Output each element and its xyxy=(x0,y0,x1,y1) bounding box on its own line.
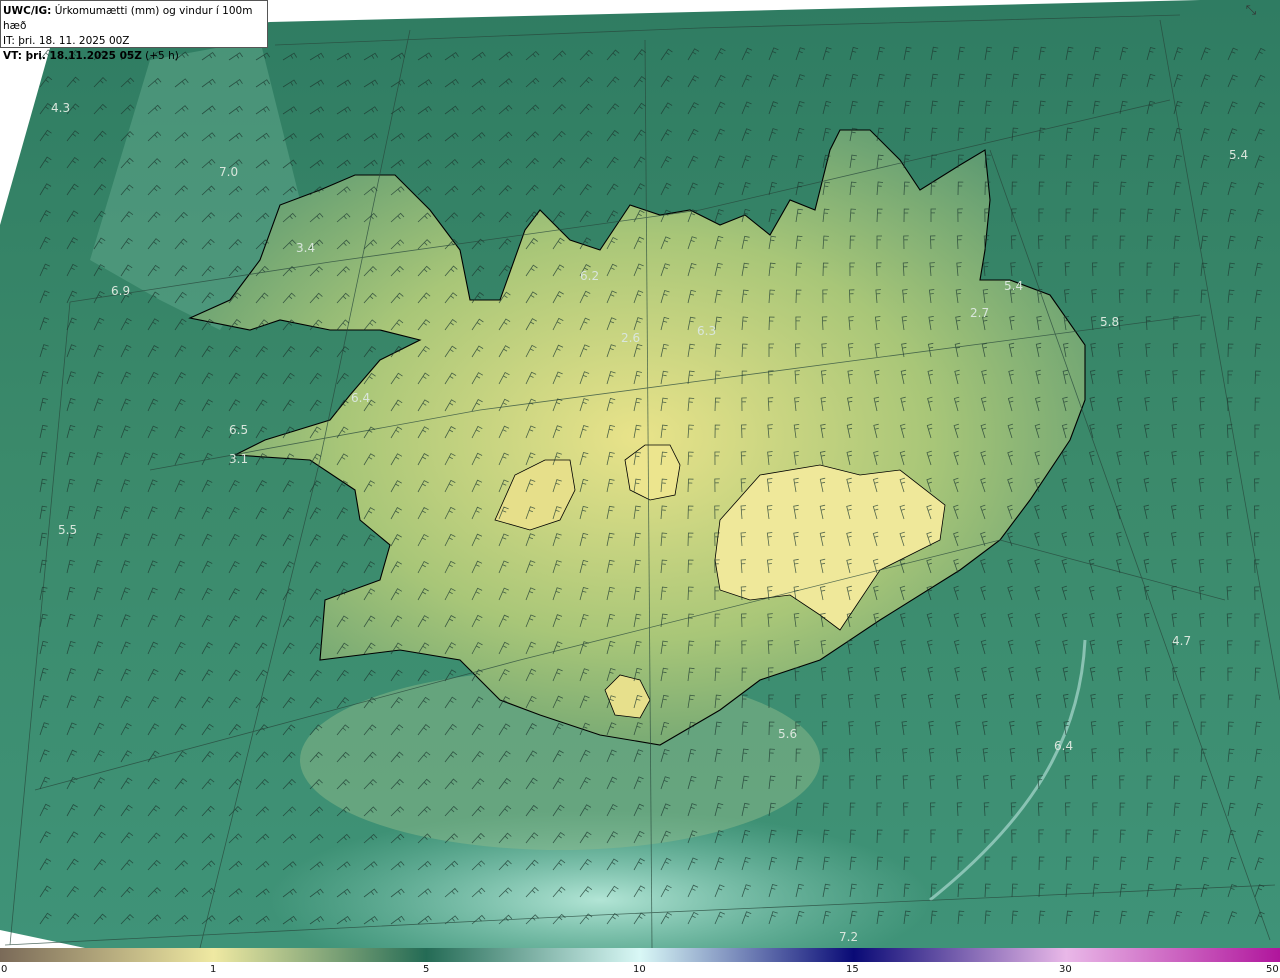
collapse-icon[interactable]: ⤡ xyxy=(1244,4,1258,18)
value-label: 5.8 xyxy=(1100,315,1119,329)
colorbar-ticks: 0 1 5 10 15 30 50 xyxy=(0,962,1280,978)
init-time-prefix: IT: xyxy=(3,35,15,47)
title-box: UWC/IG: Úrkomumætti (mm) og vindur í 100… xyxy=(0,0,268,62)
tick-label: 30 xyxy=(1059,964,1072,975)
value-label: 6.4 xyxy=(351,391,370,405)
title-line: UWC/IG: Úrkomumætti (mm) og vindur í 100… xyxy=(3,4,267,34)
tick-label: 50 xyxy=(1266,964,1279,975)
valid-time-offset: (+5 h) xyxy=(141,50,179,62)
tick-label: 10 xyxy=(633,964,646,975)
value-label: 5.6 xyxy=(778,727,797,741)
value-label: 6.3 xyxy=(697,324,716,338)
valid-time-value: þri. 18.11.2025 05Z xyxy=(21,50,142,62)
value-label: 7.0 xyxy=(219,165,238,179)
init-time-line: IT: þri. 18. 11. 2025 00Z xyxy=(3,34,267,49)
value-label: 2.6 xyxy=(621,331,640,345)
model-code: UWC/IG: xyxy=(3,5,52,17)
tick-label: 5 xyxy=(423,964,430,975)
valid-time-prefix: VT: xyxy=(3,50,22,62)
value-label: 5.4 xyxy=(1004,279,1023,293)
value-label: 5.4 xyxy=(1229,148,1248,162)
tick-label: 15 xyxy=(846,964,859,975)
value-label: 3.4 xyxy=(296,241,315,255)
init-time-value: þri. 18. 11. 2025 00Z xyxy=(14,35,130,47)
value-label: 6.4 xyxy=(1054,739,1073,753)
value-label: 4.7 xyxy=(1172,634,1191,648)
value-label: 6.9 xyxy=(111,284,130,298)
value-label: 3.1 xyxy=(229,452,248,466)
tick-label: 1 xyxy=(210,964,217,975)
value-label: 5.5 xyxy=(58,523,77,537)
tick-label: 0 xyxy=(1,964,8,975)
value-label: 2.7 xyxy=(970,306,989,320)
valid-time-line: VT: þri. 18.11.2025 05Z (+5 h) xyxy=(3,49,267,64)
value-label: 4.3 xyxy=(51,101,70,115)
colorbar-gradient xyxy=(0,948,1280,962)
forecast-map[interactable]: 4.3 7.0 3.4 6.9 6.2 2.6 6.3 5.4 2.7 5.8 … xyxy=(0,0,1280,948)
value-label: 7.2 xyxy=(839,930,858,944)
value-label: 6.5 xyxy=(229,423,248,437)
colorbar xyxy=(0,948,1280,962)
value-label: 6.2 xyxy=(580,269,599,283)
